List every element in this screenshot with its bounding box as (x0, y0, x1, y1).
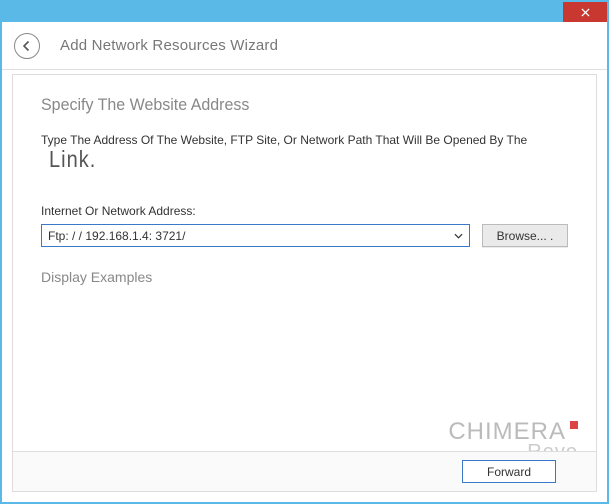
content-panel: Specify The Website Address Type The Add… (12, 74, 597, 492)
close-icon (581, 8, 590, 17)
back-button[interactable] (14, 33, 40, 59)
back-arrow-icon (21, 40, 33, 52)
header-row: Add Network Resources Wizard (2, 22, 607, 70)
dropdown-button[interactable] (450, 227, 467, 244)
window-frame: Add Network Resources Wizard Specify The… (0, 0, 609, 504)
forward-button[interactable]: Forward (462, 460, 556, 483)
address-input[interactable] (41, 224, 470, 247)
browse-button[interactable]: Browse... . (482, 224, 568, 247)
watermark-dot-icon (570, 421, 578, 429)
chevron-down-icon (454, 233, 463, 239)
close-button[interactable] (563, 2, 607, 22)
address-row: Browse... . (41, 224, 568, 247)
instruction-trail: Link. (49, 147, 96, 173)
instruction-text: Type The Address Of The Website, FTP Sit… (41, 133, 568, 147)
watermark-line1: CHIMERA (448, 418, 566, 445)
address-label: Internet Or Network Address: (41, 204, 568, 218)
display-examples-link[interactable]: Display Examples (41, 269, 568, 285)
footer-bar: Forward (13, 451, 596, 491)
page-heading: Specify The Website Address (41, 97, 568, 116)
wizard-title: Add Network Resources Wizard (60, 37, 278, 54)
address-combobox[interactable] (41, 224, 470, 247)
titlebar (2, 2, 607, 22)
